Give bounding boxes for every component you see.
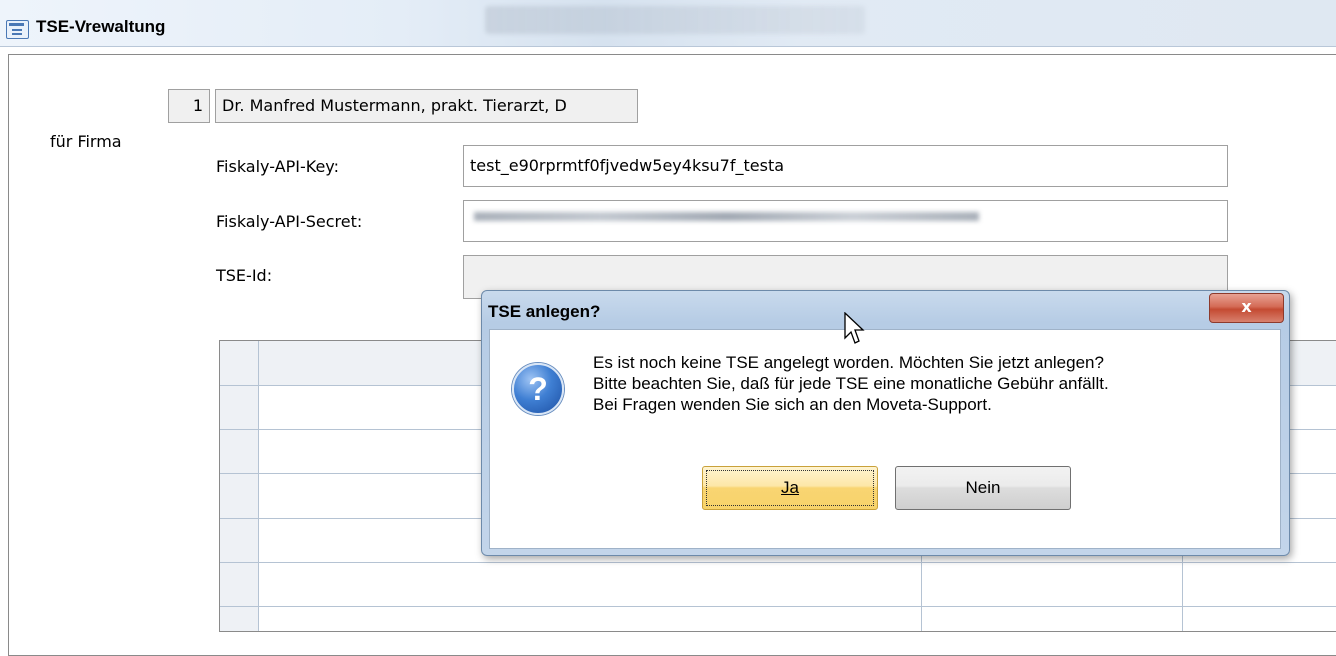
yes-button[interactable]: Ja [702,466,878,510]
no-button[interactable]: Nein [895,466,1071,510]
dialog-title: TSE anlegen? [488,302,601,321]
question-icon: ? [512,363,564,415]
message-line: Bei Fragen wenden Sie sich an den Moveta… [593,395,992,414]
api-secret-label: Fiskaly-API-Secret: [216,212,363,231]
message-line: Bitte beachten Sie, daß für jede TSE ein… [593,374,1109,393]
api-key-label: Fiskaly-API-Key: [216,157,339,176]
redacted-secret [474,212,979,221]
close-button[interactable]: x [1209,293,1284,323]
api-key-input[interactable]: test_e90rprmtf0fjvedw5ey4ksu7f_testa [463,145,1228,187]
mouse-cursor-icon [844,312,865,344]
dialog-message: Es ist noch keine TSE angelegt worden. M… [593,352,1109,415]
window-title: TSE-Vrewaltung [36,17,166,36]
dialog-body: ? Es ist noch keine TSE angelegt worden.… [489,329,1281,549]
window-titlebar: TSE-Vrewaltung [0,0,1336,47]
firma-name-field[interactable]: Dr. Manfred Mustermann, prakt. Tierarzt,… [215,89,638,123]
api-secret-input[interactable] [463,200,1228,242]
confirm-dialog: TSE anlegen? x ? Es ist noch keine TSE a… [481,290,1290,556]
firma-label: für Firma [50,132,122,151]
window-form-icon [6,20,29,39]
firma-number-field[interactable]: 1 [168,89,210,123]
message-line: Es ist noch keine TSE angelegt worden. M… [593,353,1104,372]
no-button-label: Nein [965,478,1001,497]
close-icon: x [1241,297,1252,316]
tse-id-label: TSE-Id: [216,266,273,285]
background-window-blur [485,6,865,34]
